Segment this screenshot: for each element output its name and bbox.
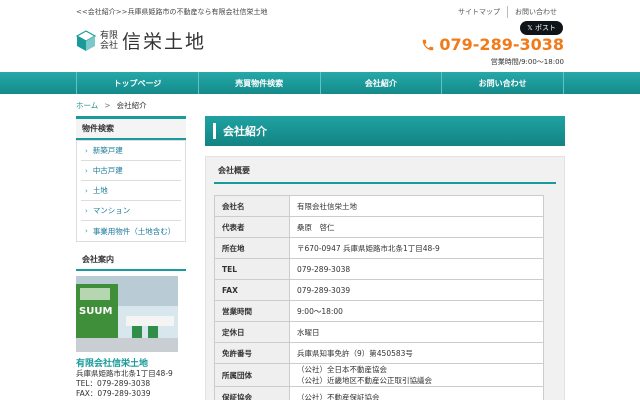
company-info-table: 会社名 有限会社信栄土地 代表者 桑原 啓仁 所在地 〒670-0947 兵庫県姫路市… <box>214 195 544 400</box>
top-links: サイトマップ お問い合わせ <box>451 6 564 18</box>
sidebar-item-label: 土地 <box>92 186 108 195</box>
page-title: 会社紹介 <box>205 116 565 146</box>
chevron-right-icon: › <box>85 146 88 155</box>
sidebar-fax: FAX：079-289-3039 <box>76 389 151 398</box>
site-logo[interactable]: 有限 会社 信栄土地 <box>76 27 206 54</box>
row-value: 〒670-0947 兵庫県姫路市北条1丁目48-9 <box>289 237 544 259</box>
chevron-right-icon: › <box>85 186 88 195</box>
phone-number[interactable]: 079-289-3038 <box>421 35 564 54</box>
sidebar-item-business[interactable]: › 事業用物件（土地含む） <box>81 221 181 241</box>
table-row: TEL 079-289-3038 <box>214 258 544 280</box>
office-photo: SUUM <box>76 276 178 352</box>
nav-property-search[interactable]: 売買物件検索 <box>199 72 321 94</box>
logo-small-top: 有限 <box>100 30 119 41</box>
logo-small-bottom: 会社 <box>100 40 119 51</box>
business-hours: 営業時間/9:00～18:00 <box>490 58 564 66</box>
chevron-right-icon: › <box>85 206 88 215</box>
row-value: （公社）不動産保証協会 <box>289 386 544 400</box>
breadcrumb-current: 会社紹介 <box>116 101 147 110</box>
chevron-right-icon: › <box>85 166 88 175</box>
global-nav: トップページ 売買物件検索 会社紹介 お問い合わせ <box>0 72 640 94</box>
row-label: 所在地 <box>214 237 290 259</box>
sidebar-search-heading: 物件検索 <box>76 116 186 140</box>
row-label: 代表者 <box>214 216 290 238</box>
phone-text: 079-289-3038 <box>439 35 564 54</box>
row-label: 免許番号 <box>214 342 290 364</box>
sidebar: 物件検索 › 新築戸建 › 中古戸建 › 土地 › マンション › 事業用物件（土地含む）… <box>76 116 186 399</box>
sidebar-item-used-house[interactable]: › 中古戸建 <box>81 161 181 181</box>
table-row: 免許番号 兵庫県知事免許（9）第450583号 <box>214 342 544 364</box>
table-row: 保証協会 （公社）不動産保証協会 <box>214 386 544 400</box>
sidebar-item-label: 中古戸建 <box>92 166 123 175</box>
table-row: 定休日 水曜日 <box>214 321 544 343</box>
site-tagline: <<会社紹介>>兵庫県姫路市の不動産なら有限会社信栄土地 <box>76 8 268 16</box>
row-label: 会社名 <box>214 195 290 217</box>
title-accent-bar <box>213 123 216 139</box>
logo-name: 信栄土地 <box>122 31 207 53</box>
table-row: 会社名 有限会社信栄土地 <box>214 195 544 217</box>
table-row: 代表者 桑原 啓仁 <box>214 216 544 238</box>
section-heading: 会社概要 <box>214 161 556 184</box>
contact-link[interactable]: お問い合わせ <box>507 6 564 18</box>
nav-company[interactable]: 会社紹介 <box>321 72 443 94</box>
nav-contact[interactable]: お問い合わせ <box>442 72 564 94</box>
company-overview-section: 会社概要 会社名 有限会社信栄土地 代表者 桑原 啓仁 所在地 〒670-0947 兵… <box>205 156 565 400</box>
row-value: 有限会社信栄土地 <box>289 195 544 217</box>
sidebar-company-name[interactable]: 有限会社信栄土地 <box>76 356 186 369</box>
table-row: FAX 079-289-3039 <box>214 279 544 301</box>
row-value: 水曜日 <box>289 321 544 343</box>
sidebar-search-list: › 新築戸建 › 中古戸建 › 土地 › マンション › 事業用物件（土地含む） <box>76 140 186 242</box>
chevron-right-icon: › <box>85 227 88 235</box>
phone-icon <box>423 39 434 50</box>
sidebar-item-label: 新築戸建 <box>92 146 123 155</box>
x-post-label: ポスト <box>535 24 556 32</box>
row-label: TEL <box>214 258 290 280</box>
logo-company-type: 有限 会社 <box>100 31 118 51</box>
row-value: 079-289-3038 <box>289 258 544 280</box>
row-label: 営業時間 <box>214 300 290 322</box>
row-value: 079-289-3039 <box>289 279 544 301</box>
sidebar-item-land[interactable]: › 土地 <box>81 181 181 201</box>
row-value: 兵庫県知事免許（9）第450583号 <box>289 342 544 364</box>
table-row: 所属団体 （公社）全日本不動産協会 （公社）近畿地区不動産公正取引協議会 <box>214 363 544 387</box>
page-title-text: 会社紹介 <box>223 125 267 138</box>
x-icon: 𝕏 <box>527 24 535 32</box>
row-label: 定休日 <box>214 321 290 343</box>
org-line-2: （公社）近畿地区不動産公正取引協議会 <box>297 376 432 385</box>
nav-top-page[interactable]: トップページ <box>77 72 199 94</box>
sidebar-tel: TEL：079-289-3038 <box>76 379 151 388</box>
cube-logo-icon <box>76 29 96 51</box>
sidebar-company-heading: 会社案内 <box>76 250 186 271</box>
breadcrumb-home[interactable]: ホーム <box>76 101 98 110</box>
row-value: （公社）全日本不動産協会 （公社）近畿地区不動産公正取引協議会 <box>289 363 544 387</box>
sidebar-item-mansion[interactable]: › マンション <box>81 201 181 221</box>
row-label: FAX <box>214 279 290 301</box>
sidebar-address: 兵庫県姫路市北条1丁目48-9 <box>76 369 173 378</box>
main-content: 会社紹介 会社概要 会社名 有限会社信栄土地 代表者 桑原 啓仁 所在地 〒670-0… <box>205 116 565 400</box>
sidebar-item-label: マンション <box>92 206 131 215</box>
row-value: 9:00～18:00 <box>289 300 544 322</box>
row-label: 保証協会 <box>214 386 290 400</box>
table-row: 所在地 〒670-0947 兵庫県姫路市北条1丁目48-9 <box>214 237 544 259</box>
org-line-1: （公社）全日本不動産協会 <box>297 365 387 374</box>
row-value: 桑原 啓仁 <box>289 216 544 238</box>
row-label: 所属団体 <box>214 363 290 387</box>
sitemap-link[interactable]: サイトマップ <box>451 6 507 18</box>
x-post-button[interactable]: 𝕏 ポスト <box>520 21 563 35</box>
sidebar-item-new-house[interactable]: › 新築戸建 <box>81 141 181 161</box>
breadcrumb: ホーム > 会社紹介 <box>76 100 147 111</box>
breadcrumb-separator: > <box>104 101 111 110</box>
table-row: 営業時間 9:00～18:00 <box>214 300 544 322</box>
sidebar-item-label: 事業用物件（土地含む） <box>92 226 176 236</box>
photo-signage: SUUM <box>79 306 113 317</box>
